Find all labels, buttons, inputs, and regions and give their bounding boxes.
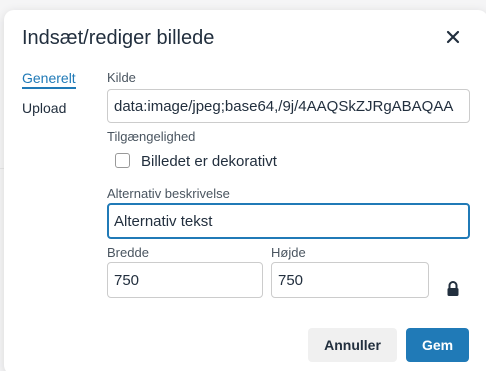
tab-upload[interactable]: Upload bbox=[22, 100, 66, 116]
decorative-checkbox-label[interactable]: Billedet er dekorativt bbox=[141, 153, 277, 170]
source-input[interactable]: data:image/jpeg;base64,/9j/4AAQSkZJRgABA… bbox=[107, 89, 470, 123]
decorative-checkbox[interactable] bbox=[115, 153, 130, 168]
alt-input[interactable]: Alternativ tekst bbox=[107, 203, 470, 239]
constrain-proportions-button[interactable] bbox=[446, 280, 460, 298]
tab-general[interactable]: Generelt bbox=[22, 70, 76, 89]
height-input[interactable]: 750 bbox=[271, 262, 429, 298]
image-dialog: Indsæt/rediger billede Generelt Upload K… bbox=[4, 10, 486, 371]
cancel-button[interactable]: Annuller bbox=[308, 328, 397, 362]
lock-icon bbox=[447, 281, 459, 296]
close-button[interactable] bbox=[442, 26, 464, 48]
tab-list: Generelt Upload bbox=[22, 70, 76, 130]
save-button[interactable]: Gem bbox=[406, 328, 469, 362]
accessibility-label: Tilgængelighed bbox=[107, 129, 196, 144]
close-icon bbox=[446, 30, 460, 44]
source-label: Kilde bbox=[107, 70, 136, 85]
alt-label: Alternativ beskrivelse bbox=[107, 186, 230, 201]
width-label: Bredde bbox=[107, 245, 149, 260]
width-input[interactable]: 750 bbox=[107, 262, 263, 298]
dialog-title: Indsæt/rediger billede bbox=[22, 27, 215, 49]
height-label: Højde bbox=[271, 245, 306, 260]
